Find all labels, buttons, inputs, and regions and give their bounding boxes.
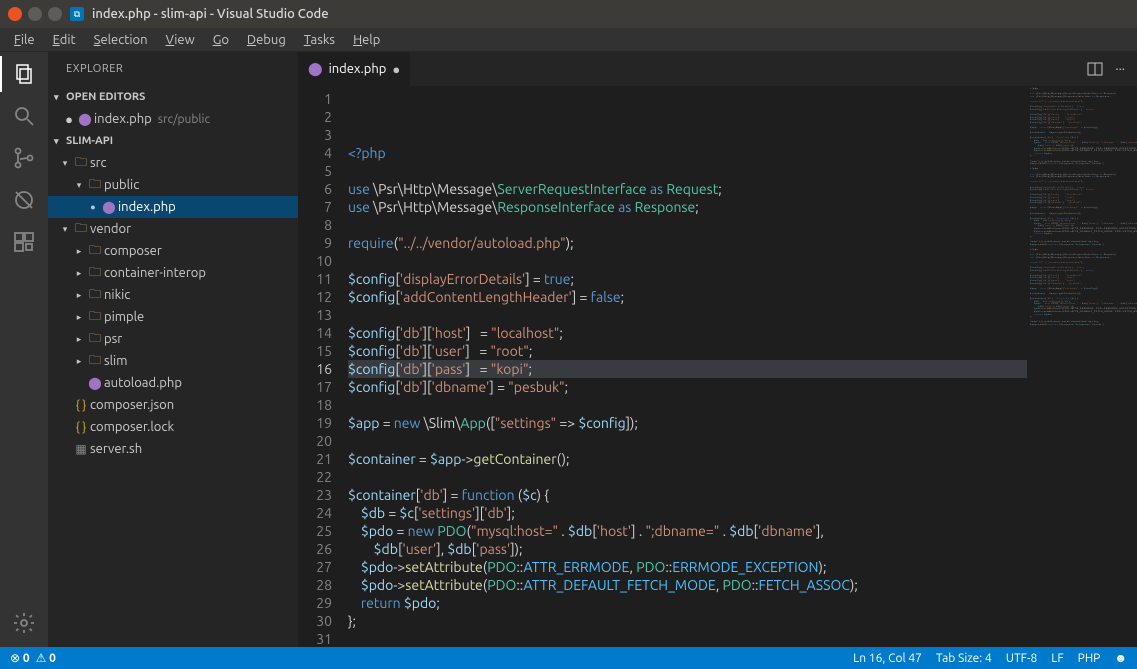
status-indentation[interactable]: Tab Size: 4: [936, 652, 992, 665]
tab-dirty-indicator[interactable]: ●: [392, 62, 400, 77]
status-bar: ⊗ 0 ⚠ 0 Ln 16, Col 47 Tab Size: 4 UTF-8 …: [0, 647, 1137, 669]
window-titlebar: ⧉ index.php - slim-api - Visual Studio C…: [0, 0, 1137, 28]
status-eol[interactable]: LF: [1051, 652, 1063, 665]
folder-item[interactable]: ▸🗀slim: [48, 350, 298, 372]
window-close-button[interactable]: [8, 7, 22, 21]
editor-actions: ···: [1075, 52, 1137, 86]
editor-tabs: ⬤ index.php ● ···: [298, 52, 1137, 86]
menu-help[interactable]: Help: [345, 31, 388, 49]
activity-bar: [0, 52, 48, 647]
chevron-down-icon: ▾: [54, 92, 66, 103]
window-maximize-button[interactable]: [48, 7, 62, 21]
file-item[interactable]: { }composer.lock: [48, 416, 298, 438]
editor-group: ⬤ index.php ● ··· 1234567891011121314151…: [298, 52, 1137, 647]
folder-item[interactable]: ▸🗀pimple: [48, 306, 298, 328]
menu-debug[interactable]: Debug: [239, 31, 294, 49]
folder-item[interactable]: ▸🗀psr: [48, 328, 298, 350]
menu-go[interactable]: Go: [205, 31, 237, 49]
editor-tab[interactable]: ⬤ index.php ●: [298, 52, 411, 86]
php-file-icon: ⬤: [308, 62, 323, 77]
open-editor-item[interactable]: ●⬤index.phpsrc/public: [48, 108, 298, 130]
search-icon[interactable]: [10, 102, 38, 130]
explorer-sidebar: EXPLORER ▾ OPEN EDITORS ●⬤index.phpsrc/p…: [48, 52, 298, 647]
status-warnings[interactable]: ⚠ 0: [36, 651, 56, 665]
sidebar-title: EXPLORER: [48, 52, 298, 86]
folder-item[interactable]: ▸🗀nikic: [48, 284, 298, 306]
explorer-icon[interactable]: [10, 60, 38, 88]
file-item[interactable]: ●⬤index.php: [48, 196, 298, 218]
menu-selection[interactable]: Selection: [86, 31, 156, 49]
minimap[interactable]: <?php use \Psr\Http\Message\ServerReques…: [1027, 86, 1137, 647]
debug-icon[interactable]: [10, 186, 38, 214]
menu-edit[interactable]: Edit: [45, 31, 84, 49]
file-tree: ▾🗀src▾🗀public●⬤index.php▾🗀vendor▸🗀compos…: [48, 152, 298, 460]
open-editors-header[interactable]: ▾ OPEN EDITORS: [48, 86, 298, 108]
source-control-icon[interactable]: [10, 144, 38, 172]
folder-item[interactable]: ▾🗀public: [48, 174, 298, 196]
window-minimize-button[interactable]: [28, 7, 42, 21]
menu-file[interactable]: File: [6, 31, 43, 49]
status-feedback-icon[interactable]: ☻: [1114, 651, 1127, 665]
workspace-header[interactable]: ▾ SLIM-API: [48, 130, 298, 152]
window-controls: [8, 7, 62, 21]
status-encoding[interactable]: UTF-8: [1006, 652, 1037, 665]
status-errors[interactable]: ⊗ 0: [10, 651, 30, 665]
extensions-icon[interactable]: [10, 228, 38, 256]
open-editors-label: OPEN EDITORS: [66, 91, 145, 103]
settings-gear-icon[interactable]: [10, 609, 38, 637]
folder-item[interactable]: ▾🗀src: [48, 152, 298, 174]
workspace-label: SLIM-API: [66, 135, 113, 147]
status-language[interactable]: PHP: [1078, 652, 1101, 665]
menu-tasks[interactable]: Tasks: [296, 31, 343, 49]
chevron-down-icon: ▾: [54, 136, 66, 147]
folder-item[interactable]: ▸🗀composer: [48, 240, 298, 262]
file-item[interactable]: { }composer.json: [48, 394, 298, 416]
tab-title: index.php: [329, 62, 387, 76]
more-actions-icon[interactable]: ···: [1115, 62, 1125, 76]
folder-item[interactable]: ▾🗀vendor: [48, 218, 298, 240]
menu-bar: FileEditSelectionViewGoDebugTasksHelp: [0, 28, 1137, 52]
code-editor[interactable]: 1234567891011121314151617181920212223242…: [298, 86, 1137, 647]
line-numbers-gutter: 1234567891011121314151617181920212223242…: [298, 86, 348, 647]
open-editors-list: ●⬤index.phpsrc/public: [48, 108, 298, 130]
vscode-icon: ⧉: [70, 7, 84, 21]
folder-item[interactable]: ▸🗀container-interop: [48, 262, 298, 284]
split-editor-icon[interactable]: [1087, 61, 1103, 77]
file-item[interactable]: ⬤autoload.php: [48, 372, 298, 394]
status-cursor-position[interactable]: Ln 16, Col 47: [853, 652, 922, 665]
file-item[interactable]: ▦server.sh: [48, 438, 298, 460]
menu-view[interactable]: View: [158, 31, 203, 49]
code-content[interactable]: <?php use \Psr\Http\Message\ServerReques…: [348, 86, 1137, 647]
window-title: index.php - slim-api - Visual Studio Cod…: [92, 7, 329, 21]
